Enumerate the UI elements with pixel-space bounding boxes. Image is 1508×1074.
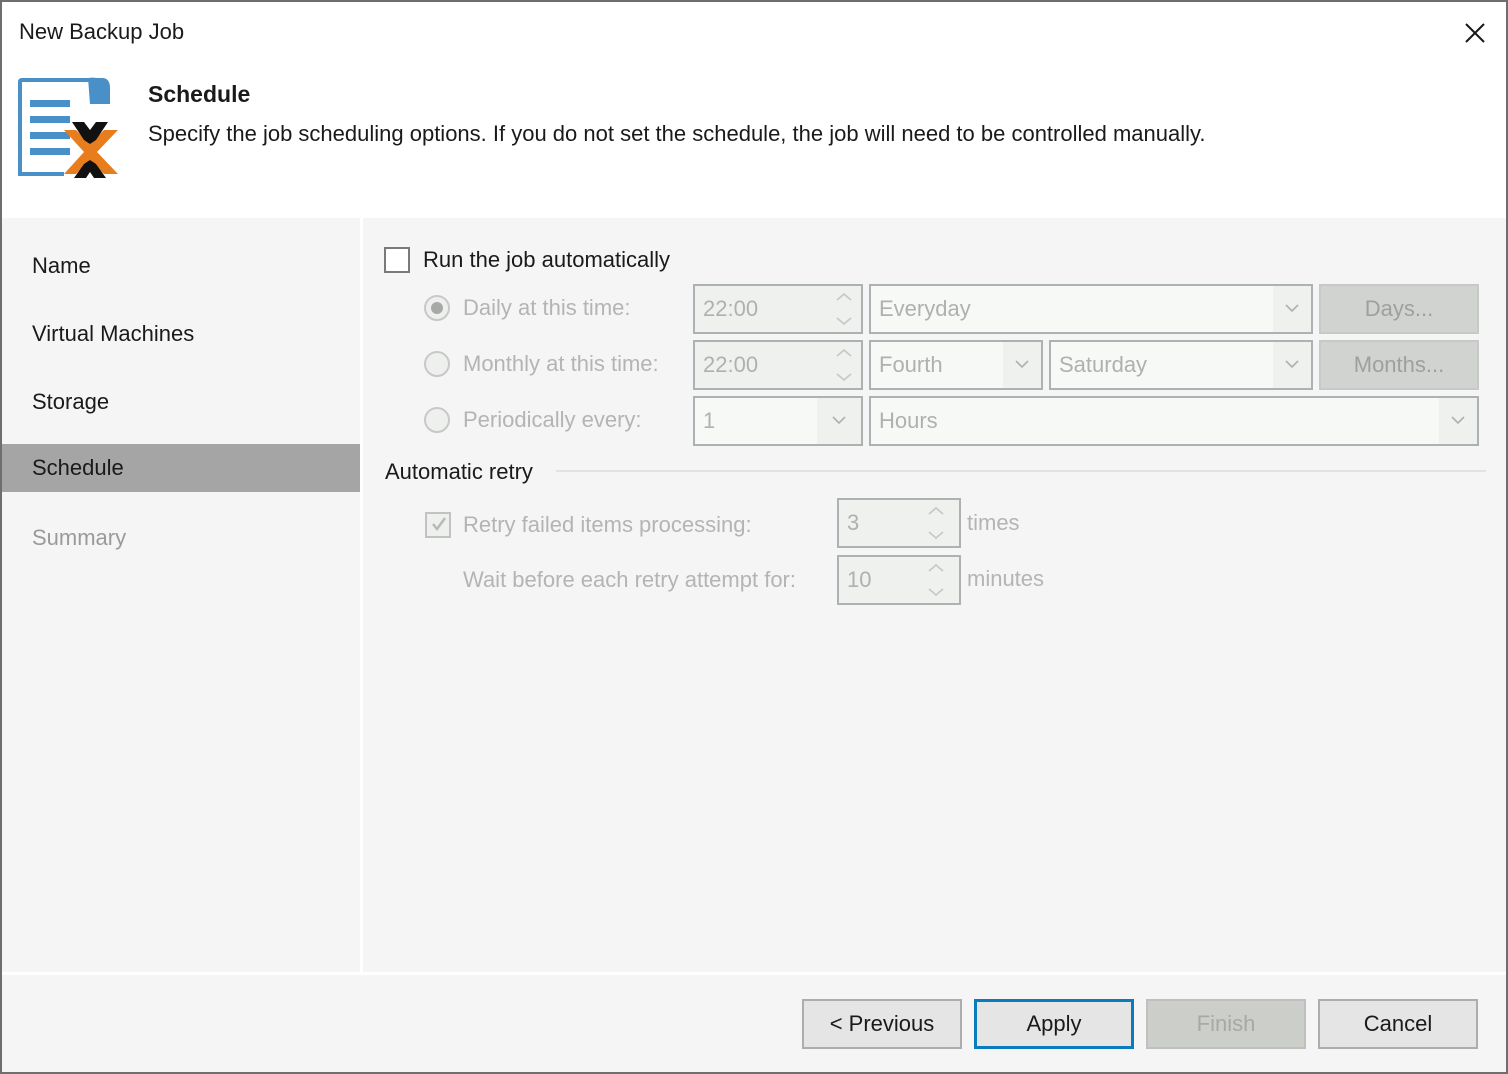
period-unit-value: Hours [879, 408, 938, 433]
chevron-down-icon [1285, 304, 1299, 313]
chevron-down-icon [1451, 416, 1465, 425]
run-automatically-label: Run the job automatically [423, 247, 671, 272]
periodically-label: Periodically every: [463, 407, 642, 432]
radio-selected-dot [431, 302, 443, 314]
monthly-day-value: Saturday [1059, 352, 1148, 377]
retry-count-unit: times [967, 510, 1020, 535]
spinner-arrows-icon[interactable] [833, 288, 855, 330]
window-title: New Backup Job [19, 19, 185, 44]
page-description: Specify the job scheduling options. If y… [148, 121, 1206, 146]
retry-wait-unit: minutes [967, 566, 1045, 591]
monthly-day-dropdown[interactable]: Saturday [1049, 340, 1313, 390]
monthly-week-dropdown[interactable]: Fourth [869, 340, 1043, 390]
finish-button: Finish [1146, 999, 1306, 1049]
period-value: 1 [703, 408, 716, 433]
daily-days-value: Everyday [879, 296, 971, 321]
schedule-panel: Run the job automatically Daily at this … [363, 218, 1506, 972]
previous-button[interactable]: < Previous [802, 999, 962, 1049]
daily-time-field[interactable]: 22:00 [693, 284, 863, 334]
automatic-retry-group-title: Automatic retry [385, 459, 533, 484]
retry-failed-label: Retry failed items processing: [463, 512, 752, 537]
spinner-arrows-icon[interactable] [925, 502, 947, 544]
chevron-down-icon [1285, 360, 1299, 369]
chevron-down-icon [1015, 360, 1029, 369]
retry-count-field[interactable]: 3 [837, 498, 961, 548]
periodically-radio[interactable] [424, 407, 450, 433]
months-button: Months... [1319, 340, 1479, 390]
wizard-steps-nav: Name Virtual Machines Storage Schedule S… [2, 218, 360, 972]
daily-days-dropdown[interactable]: Everyday [869, 284, 1313, 334]
retry-wait-value: 10 [847, 567, 872, 592]
wait-before-retry-label: Wait before each retry attempt for: [463, 567, 796, 592]
close-button[interactable] [1458, 16, 1492, 50]
period-value-dropdown[interactable]: 1 [693, 396, 863, 446]
retry-failed-checkbox[interactable] [425, 512, 451, 538]
nav-step-schedule[interactable]: Schedule [2, 444, 360, 492]
retry-count-value: 3 [847, 510, 860, 535]
monthly-time-field[interactable]: 22:00 [693, 340, 863, 390]
nav-step-summary: Summary [32, 525, 127, 550]
monthly-label: Monthly at this time: [463, 351, 659, 376]
wizard-footer: < Previous Apply Finish Cancel [2, 975, 1506, 1072]
monthly-radio[interactable] [424, 351, 450, 377]
spinner-arrows-icon[interactable] [925, 559, 947, 601]
new-backup-job-dialog: New Backup Job Schedule Specify the job … [0, 0, 1508, 1074]
spinner-arrows-icon[interactable] [833, 344, 855, 386]
wizard-header: Schedule Specify the job scheduling opti… [2, 64, 1506, 218]
apply-button[interactable]: Apply [974, 999, 1134, 1049]
run-automatically-checkbox[interactable] [384, 247, 410, 273]
title-bar: New Backup Job [2, 2, 1506, 64]
retry-wait-field[interactable]: 10 [837, 555, 961, 605]
cancel-button[interactable]: Cancel [1318, 999, 1478, 1049]
page-title: Schedule [148, 81, 251, 107]
nav-step-virtual-machines[interactable]: Virtual Machines [2, 310, 360, 358]
monthly-time-value: 22:00 [703, 352, 759, 377]
nav-step-name[interactable]: Name [2, 242, 360, 290]
period-unit-dropdown[interactable]: Hours [869, 396, 1479, 446]
checkmark-icon [432, 517, 446, 531]
chevron-down-icon [832, 416, 846, 425]
days-button: Days... [1319, 284, 1479, 334]
backup-job-icon [18, 77, 118, 178]
monthly-week-value: Fourth [879, 352, 943, 377]
daily-time-value: 22:00 [703, 296, 759, 321]
daily-radio[interactable] [424, 295, 450, 321]
daily-label: Daily at this time: [463, 295, 631, 320]
group-divider [556, 470, 1486, 472]
nav-step-storage[interactable]: Storage [2, 378, 360, 426]
close-icon [1465, 23, 1485, 43]
